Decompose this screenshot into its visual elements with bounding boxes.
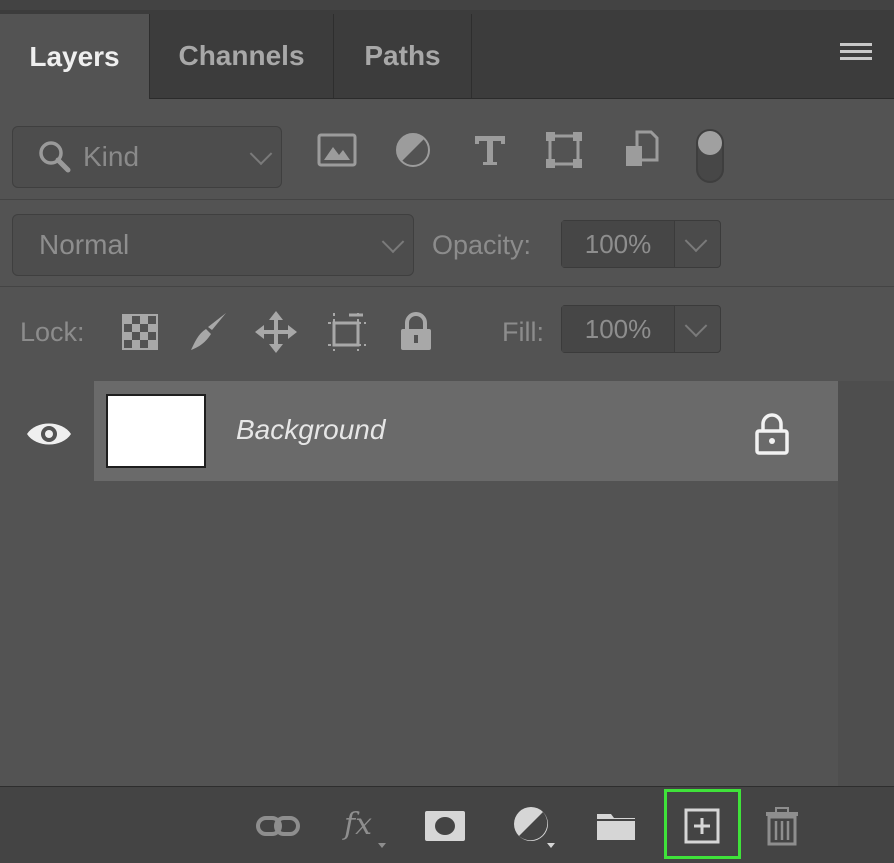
fill-value[interactable]: 100% <box>562 306 675 352</box>
tab-bar: Layers Channels Paths <box>0 10 894 99</box>
blend-mode-value: Normal <box>39 229 130 260</box>
opacity-value[interactable]: 100% <box>562 221 675 267</box>
folder-icon[interactable] <box>592 802 640 850</box>
layer-visibility-eye-icon[interactable] <box>24 414 74 454</box>
shape-filter-icon[interactable] <box>544 130 584 170</box>
layer-name[interactable]: Background <box>236 414 385 446</box>
layer-row-background[interactable]: Background <box>94 381 838 481</box>
filter-toggle-icon[interactable] <box>690 126 730 186</box>
search-icon <box>39 141 71 173</box>
tab-layers[interactable]: Layers <box>0 14 150 99</box>
opacity-label: Opacity: <box>432 230 532 260</box>
layer-thumbnail <box>106 394 206 468</box>
blend-row: Normal Opacity: 100% <box>0 200 894 287</box>
opacity-field[interactable]: 100% <box>561 220 721 268</box>
fill-label: Fill: <box>502 317 544 347</box>
chevron-down-icon[interactable] <box>684 314 708 338</box>
trash-icon[interactable] <box>758 802 806 850</box>
panel-menu-icon[interactable] <box>840 43 872 65</box>
fx-icon[interactable]: fx <box>340 802 388 850</box>
image-filter-icon[interactable] <box>317 130 357 170</box>
lock-position-icon[interactable] <box>254 310 298 354</box>
filter-row: Kind <box>0 99 894 200</box>
link-icon[interactable] <box>254 802 302 850</box>
chevron-down-icon <box>249 142 273 166</box>
mask-icon[interactable] <box>421 802 469 850</box>
lock-image-pixels-icon[interactable] <box>186 310 230 354</box>
chevron-down-icon[interactable] <box>684 229 708 253</box>
blend-mode-dropdown[interactable]: Normal <box>12 214 414 276</box>
lock-label: Lock: <box>20 317 85 347</box>
fill-field[interactable]: 100% <box>561 305 721 353</box>
chevron-down-icon <box>381 230 405 254</box>
smart-object-filter-icon[interactable] <box>621 130 661 170</box>
type-filter-icon[interactable] <box>470 130 510 170</box>
layer-lock-icon[interactable] <box>752 411 792 457</box>
tab-paths[interactable]: Paths <box>334 14 472 98</box>
lock-all-icon[interactable] <box>394 310 438 354</box>
lock-transparent-pixels-icon[interactable] <box>118 310 162 354</box>
new-layer-highlight <box>664 789 741 859</box>
prevent-auto-nesting-icon[interactable] <box>325 310 369 354</box>
adjustment-icon[interactable] <box>509 802 557 850</box>
kind-label: Kind <box>83 141 140 172</box>
adjustment-filter-icon[interactable] <box>393 130 433 170</box>
tab-channels[interactable]: Channels <box>150 14 334 98</box>
svg-text:fx: fx <box>342 807 372 842</box>
kind-filter-dropdown[interactable]: Kind <box>12 126 282 188</box>
layers-scrollbar[interactable] <box>838 381 894 786</box>
